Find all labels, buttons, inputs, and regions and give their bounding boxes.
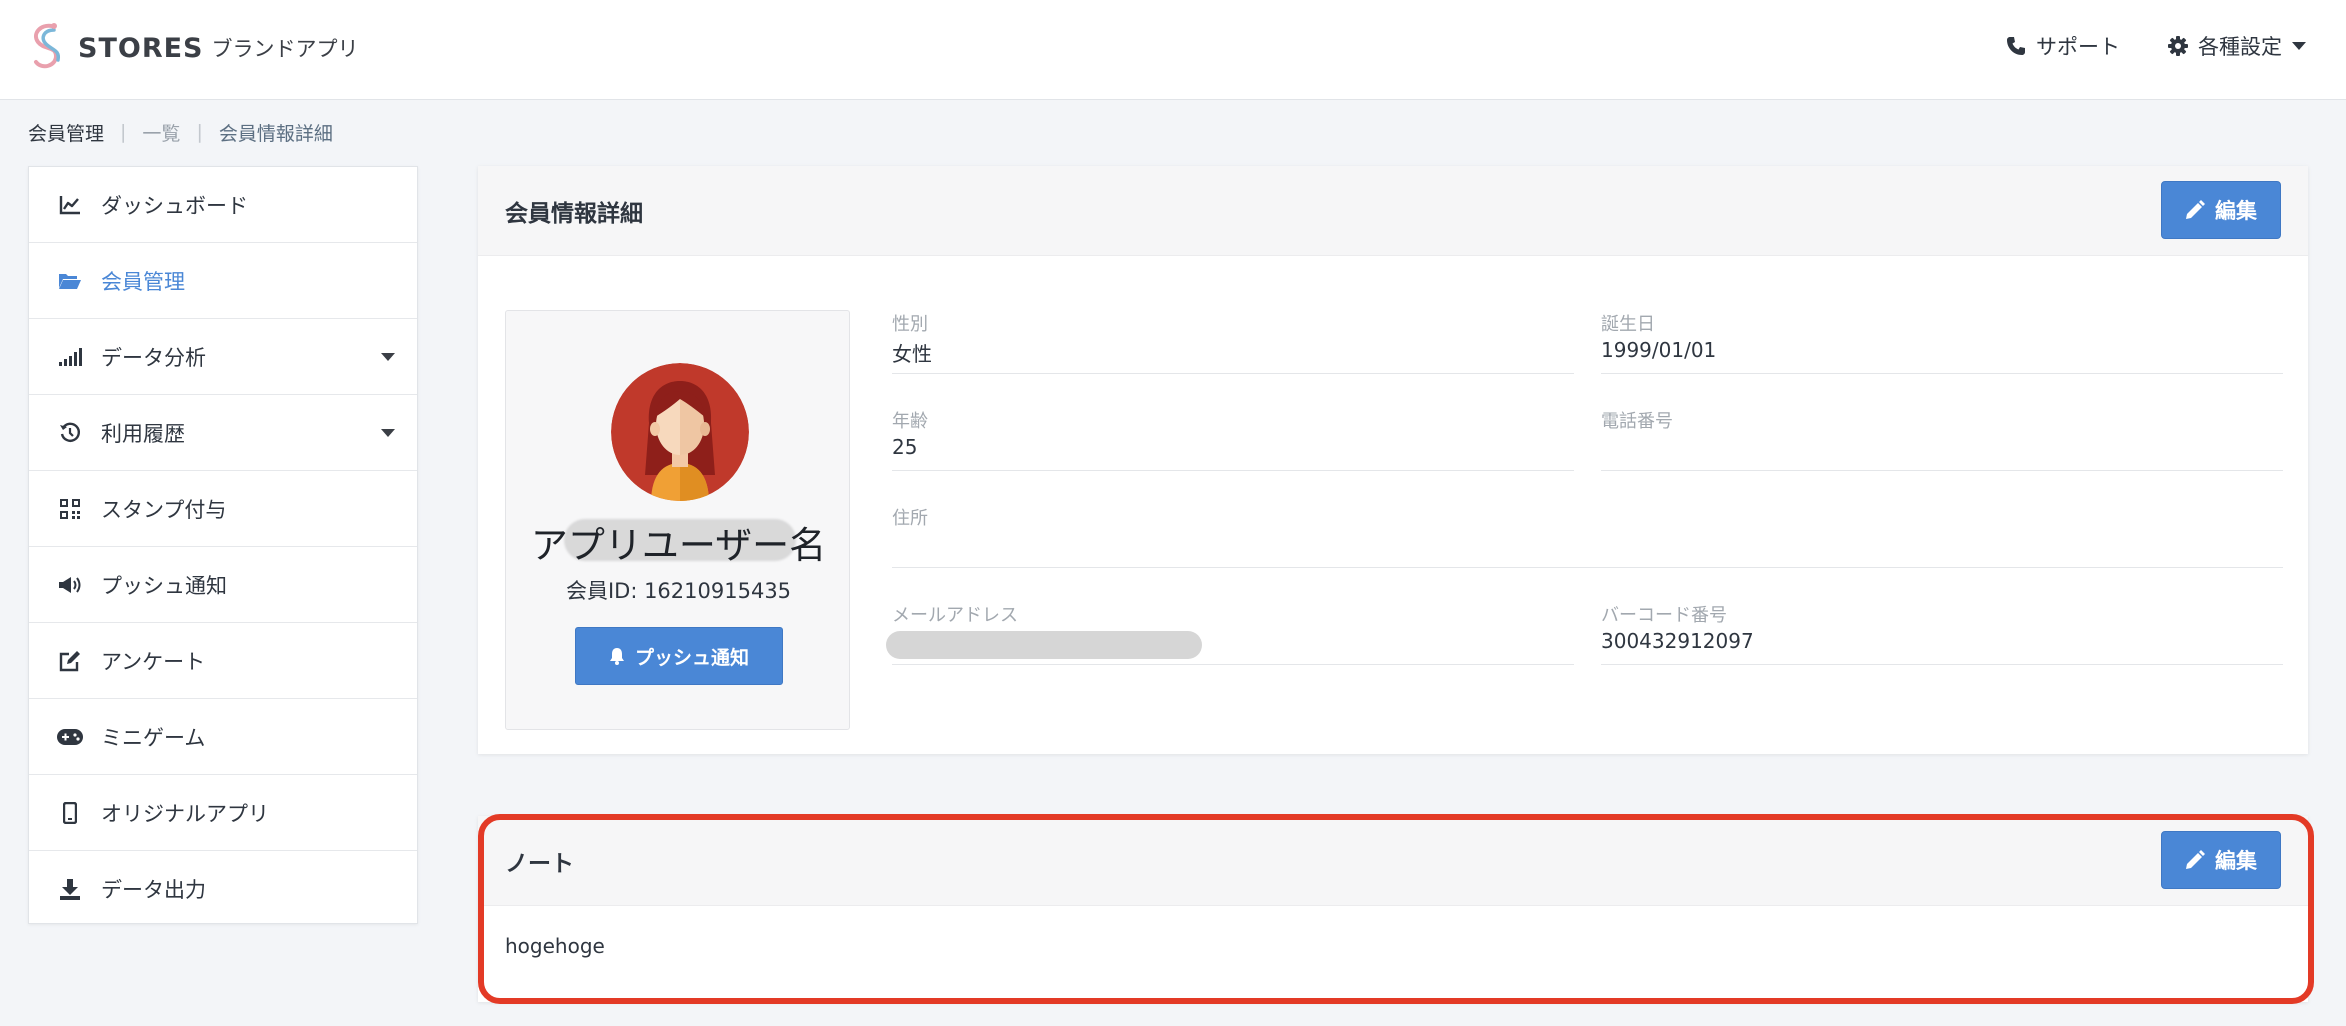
qrcode-icon bbox=[57, 496, 83, 522]
signal-icon bbox=[57, 344, 83, 370]
chevron-down-icon bbox=[2292, 42, 2306, 50]
breadcrumb-member-management[interactable]: 会員管理 bbox=[28, 119, 104, 146]
age-value: 25 bbox=[892, 435, 918, 459]
sidebar-item-label: ミニゲーム bbox=[101, 725, 206, 750]
mobile-icon bbox=[57, 800, 83, 826]
history-icon bbox=[57, 420, 83, 446]
brand-logo[interactable]: STORES ブランドアプリ bbox=[26, 18, 359, 78]
sidebar-item-dashboard[interactable]: ダッシュボード bbox=[29, 167, 417, 243]
sidebar-item-member-management[interactable]: 会員管理 bbox=[29, 243, 417, 319]
sidebar-item-survey[interactable]: アンケート bbox=[29, 623, 417, 699]
sidebar-item-label: アンケート bbox=[101, 649, 206, 674]
phone-field: 電話番号 bbox=[1601, 407, 2283, 471]
edit-icon bbox=[57, 648, 83, 674]
sidebar-item-label: プッシュ通知 bbox=[101, 573, 227, 598]
edit-note-button[interactable]: 編集 bbox=[2161, 831, 2281, 889]
breadcrumb-separator: | bbox=[120, 121, 127, 143]
folder-open-icon bbox=[57, 268, 83, 294]
settings-menu[interactable]: 各種設定 bbox=[2168, 28, 2306, 64]
email-field: メールアドレス bbox=[886, 601, 1574, 665]
breadcrumb-list[interactable]: 一覧 bbox=[142, 119, 180, 146]
barcode-field: バーコード番号 300432912097 bbox=[1601, 601, 2283, 665]
sidebar-item-push-notification[interactable]: プッシュ通知 bbox=[29, 547, 417, 623]
pencil-icon bbox=[2186, 200, 2205, 219]
female-avatar-icon bbox=[611, 363, 749, 501]
chart-line-icon bbox=[57, 192, 83, 218]
birthday-field: 誕生日 1999/01/01 bbox=[1601, 310, 2283, 374]
member-detail-card: 会員情報詳細 編集 アプリユーザー名 会員ID: 16210915435 プッシ… bbox=[478, 166, 2308, 754]
chevron-down-icon bbox=[381, 429, 395, 437]
barcode-value: 300432912097 bbox=[1601, 629, 1754, 653]
note-header: ノート 編集 bbox=[478, 816, 2308, 906]
address-field: 住所 bbox=[892, 504, 2283, 568]
sidebar-item-original-app[interactable]: オリジナルアプリ bbox=[29, 775, 417, 851]
download-icon bbox=[57, 876, 83, 902]
breadcrumb-current: 会員情報詳細 bbox=[218, 122, 333, 145]
chevron-down-icon bbox=[381, 353, 395, 361]
avatar bbox=[611, 363, 749, 501]
pencil-icon bbox=[2186, 850, 2205, 869]
edit-member-label: 編集 bbox=[2215, 199, 2257, 223]
sidebar-item-minigame[interactable]: ミニゲーム bbox=[29, 699, 417, 775]
email-label: メールアドレス bbox=[892, 605, 1018, 626]
phone-icon bbox=[2007, 37, 2025, 55]
email-redaction bbox=[886, 631, 1202, 659]
sidebar-nav: ダッシュボード 会員管理 データ分析 利用履歴 スタンプ付与 プッシュ通知 アン… bbox=[28, 166, 418, 924]
sidebar-item-data-export[interactable]: データ出力 bbox=[29, 851, 417, 927]
age-label: 年齢 bbox=[892, 411, 928, 432]
gender-value: 女性 bbox=[892, 342, 932, 366]
edit-note-label: 編集 bbox=[2215, 849, 2257, 873]
logo-wordmark: STORES bbox=[78, 32, 204, 64]
logo-subtitle: ブランドアプリ bbox=[211, 37, 359, 61]
top-header: STORES ブランドアプリ サポート 各種設定 bbox=[0, 0, 2346, 100]
bullhorn-icon bbox=[57, 572, 83, 598]
gender-field: 性別 女性 bbox=[892, 310, 1574, 374]
member-detail-header: 会員情報詳細 編集 bbox=[478, 166, 2308, 256]
bell-icon bbox=[609, 648, 624, 665]
sidebar-item-label: データ出力 bbox=[101, 878, 206, 902]
phone-label: 電話番号 bbox=[1601, 411, 1673, 432]
support-link[interactable]: サポート bbox=[2006, 28, 2120, 64]
note-title: ノート bbox=[505, 850, 574, 877]
sidebar-item-label: 会員管理 bbox=[101, 269, 185, 294]
push-notification-button[interactable]: プッシュ通知 bbox=[575, 627, 783, 685]
breadcrumb-separator: | bbox=[196, 121, 203, 143]
member-detail-title: 会員情報詳細 bbox=[505, 200, 643, 227]
sidebar-item-usage-history[interactable]: 利用履歴 bbox=[29, 395, 417, 471]
sidebar-item-label: データ分析 bbox=[101, 345, 206, 370]
edit-member-button[interactable]: 編集 bbox=[2161, 181, 2281, 239]
sidebar-item-label: 利用履歴 bbox=[101, 421, 185, 446]
gamepad-icon bbox=[57, 724, 83, 750]
sidebar-item-stamp[interactable]: スタンプ付与 bbox=[29, 471, 417, 547]
support-label: サポート bbox=[2036, 35, 2120, 59]
address-label: 住所 bbox=[892, 508, 928, 529]
gear-icon bbox=[2168, 36, 2188, 56]
note-card: ノート 編集 hogehoge bbox=[478, 816, 2308, 1002]
birthday-label: 誕生日 bbox=[1601, 314, 1655, 335]
sidebar-item-label: オリジナルアプリ bbox=[101, 801, 269, 826]
sidebar-item-label: スタンプ付与 bbox=[101, 497, 227, 522]
birthday-value: 1999/01/01 bbox=[1601, 338, 1717, 362]
stores-logo-icon bbox=[33, 23, 61, 69]
sidebar-item-label: ダッシュボード bbox=[101, 193, 248, 218]
barcode-label: バーコード番号 bbox=[1601, 605, 1727, 626]
settings-label: 各種設定 bbox=[2198, 35, 2282, 59]
push-notification-label: プッシュ通知 bbox=[634, 646, 749, 669]
user-name: アプリユーザー名 bbox=[530, 524, 827, 567]
profile-box: アプリユーザー名 会員ID: 16210915435 プッシュ通知 bbox=[505, 310, 850, 730]
age-field: 年齢 25 bbox=[892, 407, 1574, 471]
gender-label: 性別 bbox=[892, 314, 928, 335]
note-body: hogehoge bbox=[505, 934, 605, 958]
sidebar-item-data-analysis[interactable]: データ分析 bbox=[29, 319, 417, 395]
breadcrumb: 会員管理 | 一覧 | 会員情報詳細 bbox=[28, 118, 333, 146]
member-id: 会員ID: 16210915435 bbox=[565, 579, 792, 603]
